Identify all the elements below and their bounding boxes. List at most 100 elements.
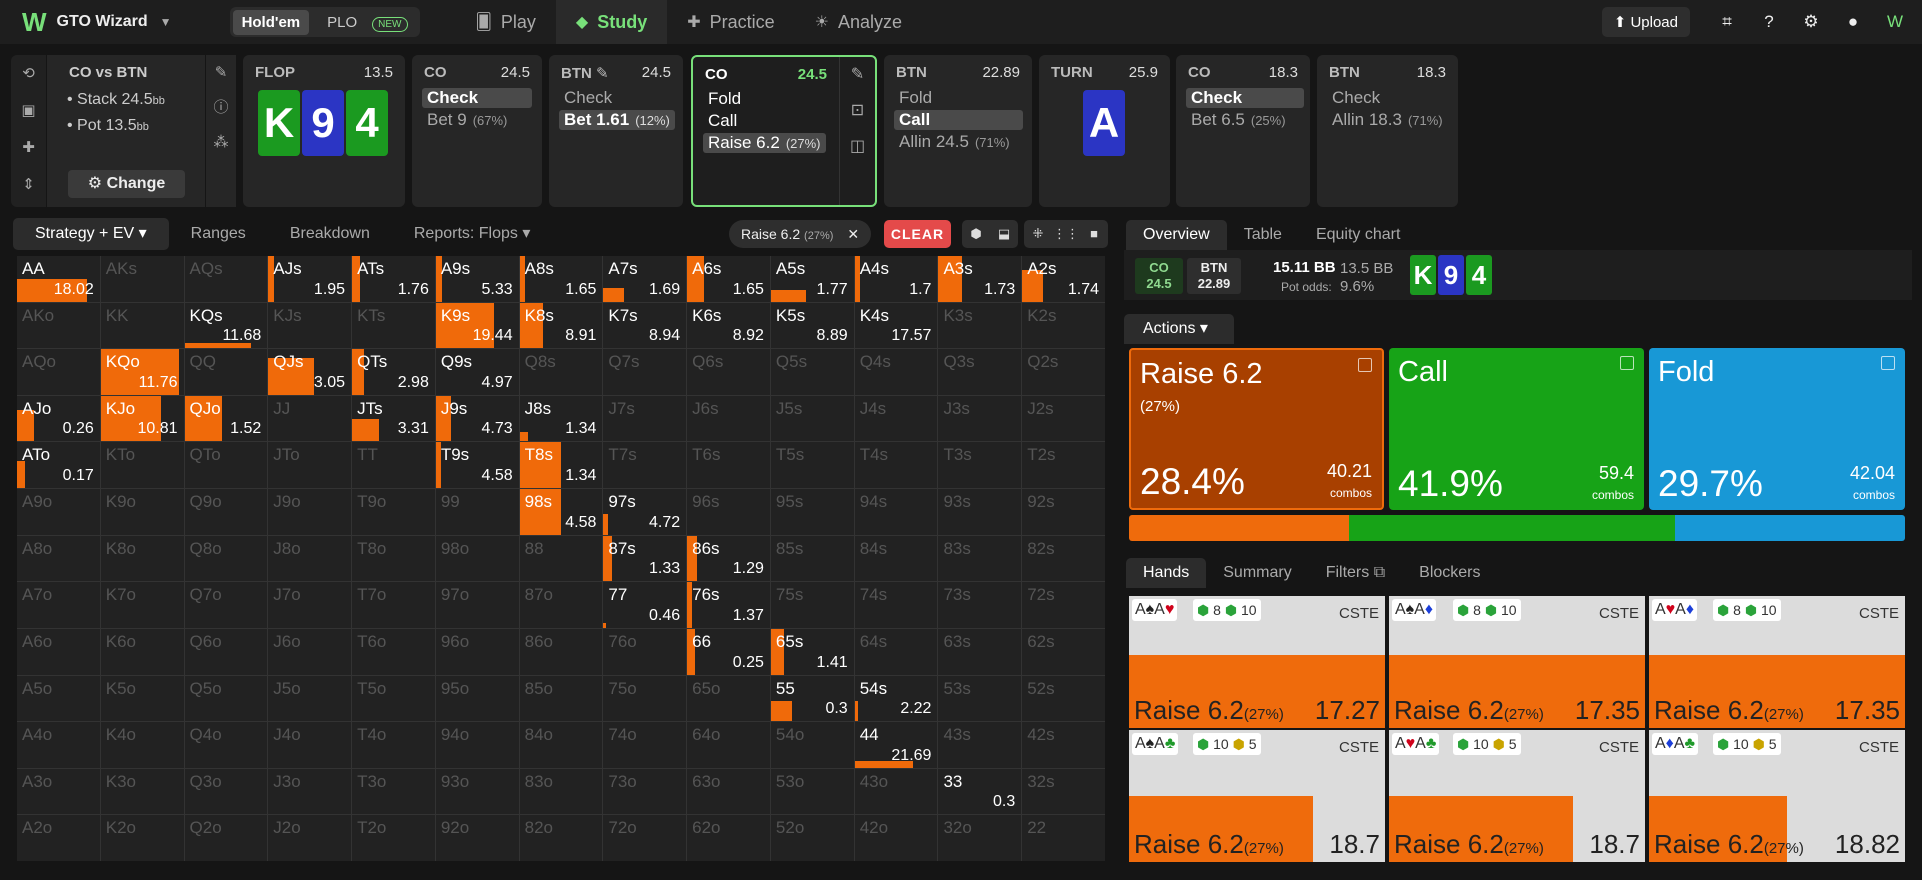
range-cell[interactable]: AQs bbox=[184, 256, 268, 302]
range-cell[interactable]: K8o bbox=[100, 535, 184, 582]
range-cell[interactable]: AKs bbox=[100, 256, 184, 302]
range-cell[interactable]: AA 18.02 bbox=[17, 256, 100, 302]
tab-filters[interactable]: Filters ⧉ bbox=[1309, 558, 1402, 588]
range-cell[interactable]: 86o bbox=[519, 628, 603, 675]
range-cell[interactable]: 64o bbox=[687, 722, 770, 768]
node-option[interactable]: Raise 6.2 (27%) bbox=[703, 133, 826, 153]
document-icon[interactable] bbox=[1358, 358, 1372, 372]
range-cell[interactable]: KQs 11.68 bbox=[184, 302, 268, 349]
range-cell[interactable]: 55 0.3 bbox=[770, 675, 854, 722]
range-cell[interactable]: QJo 1.52 bbox=[184, 395, 268, 442]
hand-combo-card[interactable]: A♥A♦ ⬢ 8 ⬢ 10 CSTE Raise 6.2(27%) 17.35 bbox=[1649, 596, 1905, 728]
range-cell[interactable]: T3s bbox=[938, 442, 1022, 489]
range-cell[interactable]: KTs bbox=[352, 302, 435, 349]
range-cell[interactable]: J2s bbox=[1022, 395, 1105, 442]
range-cell[interactable]: T8s 1.34 bbox=[519, 442, 603, 489]
range-cell[interactable]: T4o bbox=[352, 722, 435, 768]
range-cell[interactable]: J3s bbox=[938, 395, 1022, 442]
range-cell[interactable]: 94s bbox=[854, 489, 938, 535]
scan-icon[interactable]: ⌗ bbox=[1716, 11, 1738, 33]
range-cell[interactable]: A9s 5.33 bbox=[435, 256, 519, 302]
range-cell[interactable]: K6o bbox=[100, 628, 184, 675]
half-square-icon[interactable]: ⬓ bbox=[990, 220, 1018, 248]
help-icon[interactable]: ? bbox=[1758, 11, 1780, 33]
range-cell[interactable]: K5s 8.89 bbox=[770, 302, 854, 349]
range-cell[interactable]: KK bbox=[100, 302, 184, 349]
range-cell[interactable]: 44 21.69 bbox=[854, 722, 938, 768]
range-cell[interactable]: 62s bbox=[1022, 628, 1105, 675]
tab-breakdown[interactable]: Breakdown bbox=[268, 218, 392, 250]
node-option[interactable]: Bet 1.61 (12%) bbox=[559, 110, 675, 130]
node-option[interactable]: Bet 6.5 (25%) bbox=[1186, 110, 1291, 130]
range-cell[interactable]: 72o bbox=[603, 815, 687, 861]
range-cell[interactable]: K2o bbox=[100, 815, 184, 861]
range-cell[interactable]: 53s bbox=[938, 675, 1022, 722]
range-cell[interactable]: A9o bbox=[17, 489, 100, 535]
hand-combo-card[interactable]: A♠A♦ ⬢ 8 ⬢ 10 CSTE Raise 6.2(27%) 17.35 bbox=[1389, 596, 1645, 728]
range-cell[interactable]: TT bbox=[352, 442, 435, 489]
range-cell[interactable]: T7o bbox=[352, 582, 435, 628]
range-cell[interactable]: K3o bbox=[100, 768, 184, 815]
range-cell[interactable]: 88 bbox=[519, 535, 603, 582]
range-cell[interactable]: T5o bbox=[352, 675, 435, 722]
range-cell[interactable]: 87s 1.33 bbox=[603, 535, 687, 582]
range-cell[interactable]: 98o bbox=[435, 535, 519, 582]
compress-icon[interactable]: ⁜ bbox=[1024, 220, 1052, 248]
range-cell[interactable]: 84o bbox=[519, 722, 603, 768]
range-cell[interactable]: A4o bbox=[17, 722, 100, 768]
range-cell[interactable]: 97o bbox=[435, 582, 519, 628]
range-cell[interactable]: KTo bbox=[100, 442, 184, 489]
range-cell[interactable]: 73s bbox=[938, 582, 1022, 628]
range-cell[interactable]: KQo 11.76 bbox=[100, 349, 184, 395]
range-cell[interactable]: J3o bbox=[268, 768, 352, 815]
lock-icon[interactable]: ⊡ bbox=[840, 93, 875, 129]
range-cell[interactable]: K3s bbox=[938, 302, 1022, 349]
node-option[interactable]: Allin 18.3 (71%) bbox=[1327, 110, 1448, 130]
range-cell[interactable]: A6s 1.65 bbox=[687, 256, 770, 302]
range-cell[interactable]: A2s 1.74 bbox=[1022, 256, 1105, 302]
brand[interactable]: W GTO Wizard ▼ bbox=[22, 7, 172, 38]
range-cell[interactable]: 83o bbox=[519, 768, 603, 815]
range-cell[interactable]: AJo 0.26 bbox=[17, 395, 100, 442]
range-cell[interactable]: A7s 1.69 bbox=[603, 256, 687, 302]
compare-icon[interactable]: ◫ bbox=[840, 129, 875, 165]
range-cell[interactable]: J2o bbox=[268, 815, 352, 861]
range-cell[interactable]: 73o bbox=[603, 768, 687, 815]
range-cell[interactable]: Q8o bbox=[184, 535, 268, 582]
pencil-icon[interactable]: ✎ bbox=[206, 55, 236, 90]
node-option[interactable]: Call bbox=[703, 111, 742, 131]
range-cell[interactable]: 42s bbox=[1022, 722, 1105, 768]
node-option[interactable]: Bet 9 (67%) bbox=[422, 110, 512, 130]
range-cell[interactable]: K4s 17.57 bbox=[854, 302, 938, 349]
nav-play[interactable]: 🂠 Play bbox=[456, 0, 556, 44]
range-cell[interactable]: K6s 8.92 bbox=[687, 302, 770, 349]
range-cell[interactable]: JJ bbox=[268, 395, 352, 442]
range-cell[interactable]: AKo bbox=[17, 302, 100, 349]
range-cell[interactable]: AJs 1.95 bbox=[268, 256, 352, 302]
range-cell[interactable]: J8o bbox=[268, 535, 352, 582]
range-cell[interactable]: 54s 2.22 bbox=[854, 675, 938, 722]
range-cell[interactable]: 92s bbox=[1022, 489, 1105, 535]
range-cell[interactable]: Q7s bbox=[603, 349, 687, 395]
tab-strategy-ev[interactable]: Strategy + EV ▾ bbox=[13, 218, 169, 250]
range-cell[interactable]: JTs 3.31 bbox=[352, 395, 435, 442]
square-icon[interactable]: ■ bbox=[1080, 220, 1108, 248]
range-cell[interactable]: 98s 4.58 bbox=[519, 489, 603, 535]
range-cell[interactable]: J6o bbox=[268, 628, 352, 675]
range-cell[interactable]: Q5s bbox=[770, 349, 854, 395]
range-cell[interactable]: 85o bbox=[519, 675, 603, 722]
node-option[interactable]: Check bbox=[422, 88, 532, 108]
tab-table[interactable]: Table bbox=[1227, 220, 1299, 250]
range-cell[interactable]: J4s bbox=[854, 395, 938, 442]
range-cell[interactable]: 53o bbox=[770, 768, 854, 815]
range-cell[interactable]: T3o bbox=[352, 768, 435, 815]
action-box-fold[interactable]: Fold 29.7% 42.04 combos bbox=[1649, 348, 1905, 510]
range-cell[interactable]: A8o bbox=[17, 535, 100, 582]
document-icon[interactable] bbox=[1620, 356, 1634, 370]
clear-button[interactable]: CLEAR bbox=[884, 220, 951, 248]
range-cell[interactable]: 54o bbox=[770, 722, 854, 768]
range-cell[interactable]: A4s 1.7 bbox=[854, 256, 938, 302]
range-cell[interactable]: 22 bbox=[1022, 815, 1105, 861]
range-cell[interactable]: 64s bbox=[854, 628, 938, 675]
range-cell[interactable]: A5s 1.77 bbox=[770, 256, 854, 302]
